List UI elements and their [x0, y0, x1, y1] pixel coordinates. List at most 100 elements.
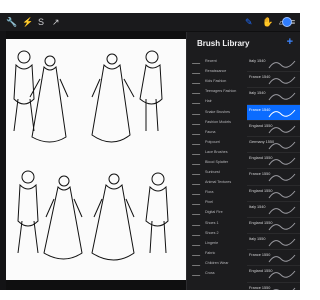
brush-category-item[interactable]: Teenagers Fashion	[187, 86, 247, 96]
brush-category-item[interactable]: Cross	[187, 268, 247, 278]
brush-stroke-icon	[191, 78, 203, 85]
brush-category-item[interactable]: Shoes 2	[187, 228, 247, 238]
brush-stroke-icon	[191, 189, 203, 196]
transform-icon[interactable]: ↗	[52, 16, 60, 28]
magic-wand-icon[interactable]: ⚡	[22, 16, 33, 28]
brush-category-label: Kids Fashion	[205, 79, 227, 84]
selection-icon[interactable]: S	[38, 16, 44, 28]
brush-item[interactable]: England 1550	[247, 121, 300, 137]
brush-category-item[interactable]: Animal Textures	[187, 177, 247, 187]
brush-stroke-icon	[191, 229, 203, 236]
brush-preview-icon	[268, 93, 296, 101]
brush-stroke-icon	[191, 249, 203, 256]
brush-category-item[interactable]: Recent	[187, 56, 247, 66]
brush-category-item[interactable]: Children Wear	[187, 258, 247, 268]
brush-preview-icon	[268, 60, 296, 69]
brush-stroke-icon	[191, 138, 203, 145]
brush-item[interactable]: England 1550	[247, 153, 300, 170]
top-toolbar: 🔧 ⚡ S ↗ ✎ ✋ ▱ ≡	[0, 13, 300, 31]
brush-item[interactable]: France 1550	[247, 283, 300, 290]
brush-item[interactable]: England 1550	[247, 218, 300, 235]
brush-category-label: Children Wear	[205, 260, 229, 265]
brush-stroke-icon	[191, 259, 203, 266]
brush-item[interactable]: Italy 1540	[247, 202, 300, 218]
brush-icon[interactable]: ✎	[245, 16, 253, 28]
brush-item[interactable]: Italy 1540	[247, 88, 300, 105]
brush-item[interactable]: Italy 1540	[247, 56, 300, 73]
procreate-screen: 🔧 ⚡ S ↗ ✎ ✋ ▱ ≡	[0, 13, 300, 290]
wrench-icon[interactable]: 🔧	[6, 16, 17, 28]
brush-category-label: Sunburst	[205, 170, 220, 175]
brush-item[interactable]: Germany 1550	[247, 137, 300, 154]
brush-list: Italy 1540 France 1540 Italy 1540 France 15…	[247, 56, 300, 290]
brush-category-item[interactable]: Flora	[187, 187, 247, 197]
brush-category-item[interactable]: Digital Fire	[187, 207, 247, 217]
brush-preview-icon	[268, 206, 296, 214]
brush-category-label: Shoes 1	[205, 220, 219, 225]
brush-category-item[interactable]: Fashion Models	[187, 117, 247, 127]
brush-item[interactable]: France 1550	[247, 250, 300, 267]
brush-stroke-icon	[191, 148, 203, 155]
brush-category-item[interactable]: Blood Splatter	[187, 157, 247, 167]
brush-category-label: Fabric	[205, 250, 216, 255]
panel-title: Brush Library	[197, 39, 250, 48]
brush-category-label: Recent	[205, 59, 217, 64]
brush-stroke-icon	[191, 118, 203, 125]
brush-category-item[interactable]: Snake Brushes	[187, 106, 247, 116]
brush-category-item[interactable]: Sunburst	[187, 167, 247, 177]
brush-category-item[interactable]: Lingerie	[187, 238, 247, 248]
smudge-icon[interactable]: ✋	[262, 16, 273, 28]
brush-category-label: Potpourri	[205, 139, 220, 144]
brush-category-label: Animal Textures	[205, 180, 232, 185]
fashion-illustrations	[13, 50, 169, 261]
brush-item[interactable]: France 1540	[247, 104, 300, 121]
brush-label: Italy 1540	[249, 204, 266, 209]
brush-category-item[interactable]: Fabric	[187, 248, 247, 258]
brush-stroke-icon	[191, 158, 203, 165]
brush-preview-icon	[268, 76, 296, 85]
brush-preview-icon	[268, 238, 296, 247]
brush-stroke-icon	[191, 169, 203, 176]
brush-item[interactable]: England 1550	[247, 186, 300, 202]
brush-preview-icon	[268, 157, 296, 166]
brush-category-label: Renaissance	[205, 69, 227, 74]
brush-category-label: Shoes 2	[205, 230, 219, 235]
drawing-canvas[interactable]	[6, 39, 186, 280]
brush-category-label: Digital Fire	[205, 210, 223, 215]
brush-stroke-icon	[191, 88, 203, 95]
device-frame: 🔧 ⚡ S ↗ ✎ ✋ ▱ ≡	[0, 0, 300, 300]
brush-label: Italy 1540	[249, 59, 266, 63]
brush-library-panel: Brush Library + Recent Renaissance Kids Fa…	[186, 32, 300, 290]
brush-item[interactable]: France 1550	[247, 169, 300, 186]
brush-category-item[interactable]: Kids Fashion	[187, 76, 247, 86]
brush-stroke-icon	[191, 58, 203, 65]
brush-category-item[interactable]: Lace Brushes	[187, 147, 247, 157]
brush-stroke-icon	[191, 209, 203, 216]
brush-preview-icon	[268, 254, 296, 263]
brush-stroke-icon	[191, 98, 203, 105]
brush-category-label: Fauna	[205, 129, 216, 134]
brush-category-label: Lace Brushes	[205, 149, 228, 154]
color-icon[interactable]	[282, 17, 292, 27]
brush-category-label: Snake Brushes	[205, 109, 231, 114]
brush-preview-icon	[268, 109, 296, 117]
brush-category-item[interactable]: Shoes 1	[187, 218, 247, 228]
brush-item[interactable]: France 1540	[247, 72, 300, 89]
brush-category-label: Hair	[205, 99, 212, 104]
brush-item[interactable]: England 1550	[247, 266, 300, 283]
brush-preview-icon	[268, 141, 296, 150]
brush-category-item[interactable]: Potpourri	[187, 137, 247, 147]
plus-icon[interactable]: +	[287, 36, 293, 48]
brush-stroke-icon	[191, 179, 203, 186]
brush-stroke-icon	[191, 68, 203, 75]
brush-preview-icon	[272, 287, 296, 290]
brush-stroke-icon	[191, 108, 203, 115]
brush-stroke-icon	[191, 270, 203, 277]
brush-item[interactable]: Italy 1550	[247, 234, 300, 251]
brush-category-item[interactable]: Pixel	[187, 197, 247, 207]
brush-category-item[interactable]: Renaissance	[187, 66, 247, 76]
brush-preview-icon	[268, 125, 296, 134]
brush-preview-icon	[268, 174, 296, 182]
brush-category-item[interactable]: Hair	[187, 96, 247, 106]
brush-category-item[interactable]: Fauna	[187, 127, 247, 137]
